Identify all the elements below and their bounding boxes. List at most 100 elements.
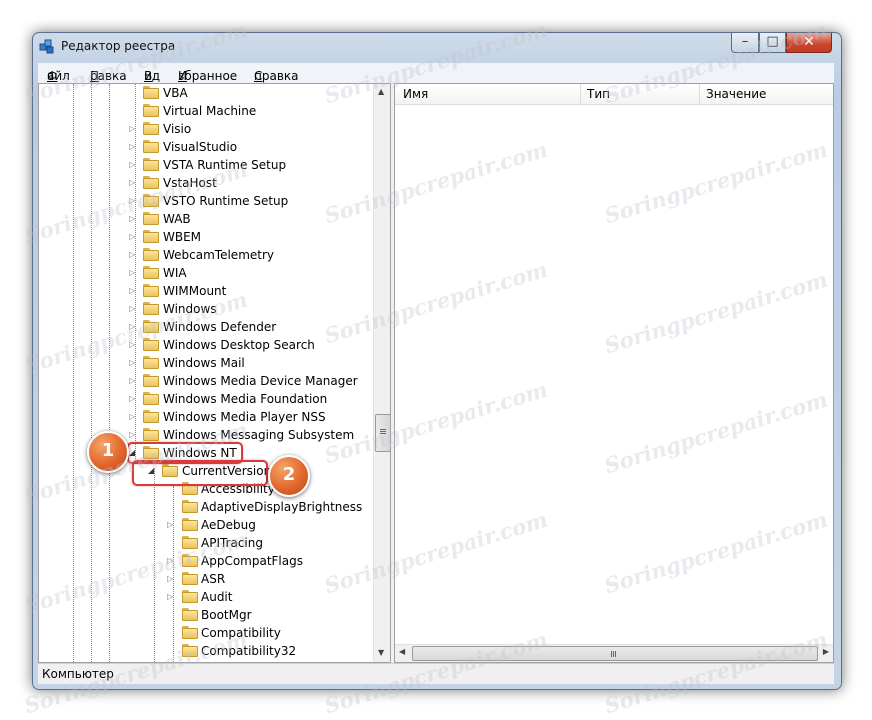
folder-icon — [143, 194, 159, 207]
tree-item[interactable]: Virtual Machine — [39, 102, 373, 120]
folder-icon — [143, 176, 159, 189]
tree-item-label: Virtual Machine — [163, 104, 257, 118]
tree-item[interactable]: ▷ Visio — [39, 120, 373, 138]
close-icon: ✕ — [803, 34, 815, 50]
registry-editor-window: Редактор реестра – □ ✕ Файл Правка Вид И… — [32, 32, 842, 690]
tree-item[interactable]: ▷ Windows Media Device Manager — [39, 372, 373, 390]
tree-item[interactable]: Compatibility — [39, 624, 373, 642]
expand-arrow-icon[interactable]: ▷ — [129, 142, 137, 152]
tree-item[interactable]: ▷ Windows — [39, 300, 373, 318]
expand-arrow-icon[interactable]: ▷ — [129, 160, 137, 170]
expand-arrow-icon[interactable]: ▷ — [129, 394, 137, 404]
tree-item-label: VBA — [163, 86, 188, 100]
close-button[interactable]: ✕ — [786, 33, 832, 53]
tree-item[interactable]: ▷ WIMMount — [39, 282, 373, 300]
folder-icon — [182, 644, 198, 657]
expand-arrow-icon[interactable]: ▷ — [129, 250, 137, 260]
tree-item-label: ASR — [201, 572, 226, 586]
tree-item[interactable]: ▷ WebcamTelemetry — [39, 246, 373, 264]
folder-icon — [182, 518, 198, 531]
column-value[interactable]: Значение — [706, 87, 766, 101]
expand-arrow-icon[interactable]: ▷ — [129, 268, 137, 278]
tree-item[interactable]: ▷ VSTO Runtime Setup — [39, 192, 373, 210]
minimize-icon: – — [741, 34, 749, 49]
expand-arrow-icon[interactable]: ▷ — [129, 376, 137, 386]
expand-arrow-icon[interactable]: ▷ — [129, 232, 137, 242]
registry-tree[interactable]: VBA Virtual Machine ▷ Visio ▷ VisualStudio ▷ VS… — [38, 83, 391, 663]
expand-arrow-icon[interactable]: ▷ — [129, 358, 137, 368]
status-bar: Компьютер — [38, 663, 834, 684]
folder-icon — [143, 392, 159, 405]
expand-arrow-icon[interactable]: ▷ — [129, 430, 137, 440]
tree-item-label: Windows Mail — [163, 356, 245, 370]
tree-item[interactable]: AdaptiveDisplayBrightness — [39, 498, 373, 516]
tree-item[interactable]: ▷ Windows Media Player NSS — [39, 408, 373, 426]
tree-item[interactable]: ▷ Windows Defender — [39, 318, 373, 336]
scroll-left-arrow-icon[interactable]: ◀ — [399, 647, 405, 656]
folder-icon — [143, 302, 159, 315]
expand-arrow-icon[interactable]: ▷ — [129, 178, 137, 188]
registry-editor-icon — [39, 39, 54, 54]
expand-arrow-icon[interactable]: ▷ — [129, 340, 137, 350]
expand-arrow-icon[interactable]: ▷ — [129, 412, 137, 422]
folder-icon — [182, 554, 198, 567]
tree-item[interactable]: ▷ AppCompatFlags — [39, 552, 373, 570]
list-horizontal-scrollbar[interactable]: ◀ ▶ — [395, 644, 833, 662]
tree-item[interactable]: VBA — [39, 84, 373, 102]
title-bar[interactable]: Редактор реестра – □ ✕ — [33, 33, 841, 61]
tree-item[interactable]: ▷ Windows Desktop Search — [39, 336, 373, 354]
expand-arrow-icon[interactable]: ▷ — [129, 124, 137, 134]
tree-item[interactable]: ▷ WAB — [39, 210, 373, 228]
folder-icon — [182, 590, 198, 603]
folder-icon — [143, 284, 159, 297]
tree-item-label: VSTA Runtime Setup — [163, 158, 287, 172]
maximize-button[interactable]: □ — [759, 33, 786, 53]
expand-arrow-icon[interactable]: ▷ — [129, 214, 137, 224]
maximize-icon: □ — [766, 34, 779, 49]
tree-item[interactable]: Compatibility32 — [39, 642, 373, 660]
expand-arrow-icon[interactable]: ▷ — [167, 592, 175, 602]
expand-arrow-icon[interactable]: ▷ — [129, 304, 137, 314]
scroll-down-arrow-icon[interactable]: ▼ — [378, 648, 384, 657]
folder-icon — [143, 122, 159, 135]
tree-item-label: Windows — [163, 302, 217, 316]
tree-item[interactable]: ▷ WIA — [39, 264, 373, 282]
tree-item[interactable]: ▷ VSTA Runtime Setup — [39, 156, 373, 174]
tree-item[interactable]: ▷ Audit — [39, 588, 373, 606]
tree-item[interactable]: ▷ ASR — [39, 570, 373, 588]
tree-item[interactable]: ▷ Windows Mail — [39, 354, 373, 372]
tree-item[interactable]: BootMgr — [39, 606, 373, 624]
folder-icon — [182, 626, 198, 639]
tree-item-label: WIA — [163, 266, 187, 280]
expand-arrow-icon[interactable]: ▷ — [167, 556, 175, 566]
expand-arrow-icon[interactable]: ▷ — [167, 520, 175, 530]
list-scroll-thumb[interactable] — [412, 646, 818, 661]
minimize-button[interactable]: – — [731, 33, 759, 53]
tree-item-label: WIMMount — [163, 284, 227, 298]
tree-item[interactable]: ▷ VisualStudio — [39, 138, 373, 156]
tree-item-label: Audit — [201, 590, 233, 604]
values-list[interactable]: Имя Тип Значение ◀ ▶ — [394, 83, 834, 663]
callout-1-badge: 1 — [87, 431, 129, 473]
tree-item-label: WBEM — [163, 230, 202, 244]
tree-vertical-scrollbar[interactable]: ▲ ▼ — [373, 84, 390, 662]
column-type[interactable]: Тип — [587, 87, 610, 101]
folder-icon — [143, 104, 159, 117]
tree-item[interactable]: APITracing — [39, 534, 373, 552]
folder-icon — [182, 608, 198, 621]
tree-item-label: VisualStudio — [163, 140, 238, 154]
tree-scroll-thumb[interactable] — [375, 414, 390, 452]
tree-item[interactable]: ▷ WBEM — [39, 228, 373, 246]
folder-icon — [143, 338, 159, 351]
expand-arrow-icon[interactable]: ▷ — [129, 322, 137, 332]
expand-arrow-icon[interactable]: ▷ — [167, 574, 175, 584]
tree-item[interactable]: ▷ VstaHost — [39, 174, 373, 192]
scroll-up-arrow-icon[interactable]: ▲ — [378, 87, 384, 96]
tree-item[interactable]: ▷ AeDebug — [39, 516, 373, 534]
tree-item-label: Compatibility — [201, 626, 281, 640]
column-name[interactable]: Имя — [403, 87, 428, 101]
expand-arrow-icon[interactable]: ▷ — [129, 286, 137, 296]
scroll-right-arrow-icon[interactable]: ▶ — [823, 647, 829, 656]
tree-item[interactable]: ▷ Windows Media Foundation — [39, 390, 373, 408]
expand-arrow-icon[interactable]: ▷ — [129, 196, 137, 206]
